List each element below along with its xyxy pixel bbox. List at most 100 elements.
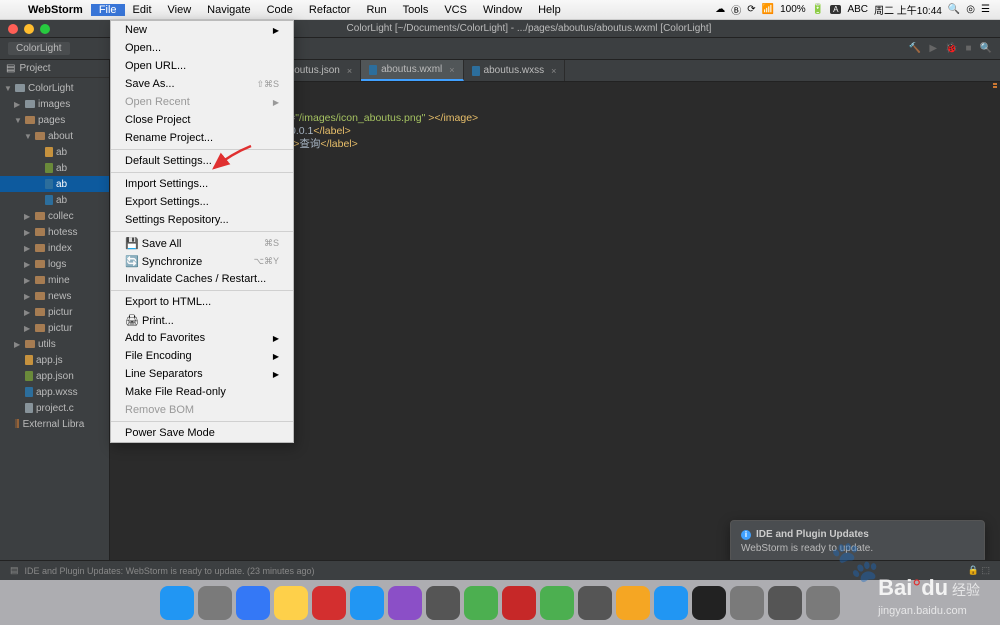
- dock-app-11[interactable]: [578, 586, 612, 620]
- maximize-icon[interactable]: [40, 24, 50, 34]
- dock-app-4[interactable]: [312, 586, 346, 620]
- tree-item[interactable]: ▶collec: [0, 208, 109, 224]
- menu-item-open-[interactable]: Open...: [111, 39, 293, 57]
- clock[interactable]: 周二 上午10:44: [874, 2, 942, 17]
- menu-item-export-to-html-[interactable]: Export to HTML...: [111, 293, 293, 311]
- menu-run[interactable]: Run: [358, 4, 394, 16]
- tree-item[interactable]: ab: [0, 192, 109, 208]
- menu-item-file-encoding[interactable]: File Encoding▶: [111, 347, 293, 365]
- tree-item[interactable]: External Libra: [0, 416, 109, 432]
- dock-app-9[interactable]: [502, 586, 536, 620]
- tree-item[interactable]: ab: [0, 176, 109, 192]
- dock-app-13[interactable]: [654, 586, 688, 620]
- menu-item-new[interactable]: New▶: [111, 21, 293, 39]
- search-icon[interactable]: 🔍: [980, 43, 992, 54]
- battery-icon[interactable]: 🔋: [812, 4, 824, 15]
- tree-item[interactable]: ab: [0, 160, 109, 176]
- breadcrumb[interactable]: ColorLight: [8, 42, 70, 55]
- close-icon[interactable]: [8, 24, 18, 34]
- menu-item-close-project[interactable]: Close Project: [111, 111, 293, 129]
- dock-app-12[interactable]: [616, 586, 650, 620]
- menu-edit[interactable]: Edit: [125, 4, 160, 16]
- wifi-icon[interactable]: 📶: [762, 4, 774, 15]
- debug-icon[interactable]: 🐞: [945, 43, 957, 54]
- tree-item[interactable]: ▶pictur: [0, 320, 109, 336]
- tree-item[interactable]: app.wxss: [0, 384, 109, 400]
- tree-item[interactable]: ▼pages: [0, 112, 109, 128]
- sync-icon[interactable]: ⟳: [747, 4, 755, 15]
- menu-item-default-settings-[interactable]: Default Settings...: [111, 152, 293, 170]
- menu-window[interactable]: Window: [475, 4, 530, 16]
- dock-app-16[interactable]: [768, 586, 802, 620]
- tree-item[interactable]: ▼ColorLight: [0, 80, 109, 96]
- dock-app-10[interactable]: [540, 586, 574, 620]
- menu-item-rename-project-[interactable]: Rename Project...: [111, 129, 293, 147]
- minimize-icon[interactable]: [24, 24, 34, 34]
- close-icon[interactable]: ×: [449, 65, 454, 75]
- input-source[interactable]: A: [830, 5, 841, 14]
- editor-tab[interactable]: aboutus.wxml×: [361, 60, 463, 81]
- menu-file[interactable]: File: [91, 4, 125, 16]
- siri-icon[interactable]: ◎: [966, 4, 975, 15]
- search-icon[interactable]: 🔍: [948, 4, 960, 15]
- menu-item-import-settings-[interactable]: Import Settings...: [111, 175, 293, 193]
- dock-app-3[interactable]: [274, 586, 308, 620]
- minimap[interactable]: [990, 82, 1000, 580]
- tree-item[interactable]: app.js: [0, 352, 109, 368]
- menu-item-invalidate-caches-restart-[interactable]: Invalidate Caches / Restart...: [111, 270, 293, 288]
- tree-item[interactable]: ▶news: [0, 288, 109, 304]
- dock-app-7[interactable]: [426, 586, 460, 620]
- tree-item[interactable]: ▶logs: [0, 256, 109, 272]
- dock-app-1[interactable]: [198, 586, 232, 620]
- editor-tab[interactable]: aboutus.wxss×: [464, 60, 566, 81]
- tree-item[interactable]: ▶utils: [0, 336, 109, 352]
- wechat-icon[interactable]: ☁: [715, 4, 725, 15]
- menu-item-add-to-favorites[interactable]: Add to Favorites▶: [111, 329, 293, 347]
- tree-item[interactable]: project.c: [0, 400, 109, 416]
- menu-item-print-[interactable]: 🖨 Print...: [111, 311, 293, 329]
- sidebar-header[interactable]: ▤ Project: [0, 60, 109, 78]
- menu-item-power-save-mode[interactable]: Power Save Mode: [111, 424, 293, 442]
- dock-app-14[interactable]: [692, 586, 726, 620]
- menu-item-synchronize[interactable]: 🔄 Synchronize⌥⌘Y: [111, 252, 293, 270]
- dock-app-8[interactable]: [464, 586, 498, 620]
- menu-help[interactable]: Help: [530, 4, 569, 16]
- menu-vcs[interactable]: VCS: [436, 4, 475, 16]
- tree-item[interactable]: ▶pictur: [0, 304, 109, 320]
- tree-item[interactable]: ▼about: [0, 128, 109, 144]
- menu-item-save-as-[interactable]: Save As...⇧⌘S: [111, 75, 293, 93]
- close-icon[interactable]: ×: [551, 66, 556, 76]
- menu-item-save-all[interactable]: 💾 Save All⌘S: [111, 234, 293, 252]
- dock-app-17[interactable]: [806, 586, 840, 620]
- menu-navigate[interactable]: Navigate: [199, 4, 258, 16]
- menu-item-export-settings-[interactable]: Export Settings...: [111, 193, 293, 211]
- menu-item-settings-repository-[interactable]: Settings Repository...: [111, 211, 293, 229]
- dock-app-5[interactable]: [350, 586, 384, 620]
- bluetooth-icon[interactable]: Ⓑ: [731, 2, 741, 17]
- close-icon[interactable]: ×: [347, 66, 352, 76]
- menu-item-make-file-read-only[interactable]: Make File Read-only: [111, 383, 293, 401]
- dock-app-6[interactable]: [388, 586, 422, 620]
- stop-icon[interactable]: ■: [966, 43, 972, 54]
- tree-item[interactable]: app.json: [0, 368, 109, 384]
- notifications-icon[interactable]: ☰: [981, 4, 990, 15]
- tree-item[interactable]: ab: [0, 144, 109, 160]
- run-icon[interactable]: ▶: [929, 43, 937, 54]
- folder-icon: [35, 324, 45, 332]
- tree-item[interactable]: ▶hotess: [0, 224, 109, 240]
- menu-item-remove-bom: Remove BOM: [111, 401, 293, 419]
- menu-code[interactable]: Code: [259, 4, 301, 16]
- dock-app-2[interactable]: [236, 586, 270, 620]
- dock-app-0[interactable]: [160, 586, 194, 620]
- app-name[interactable]: WebStorm: [20, 4, 91, 16]
- menu-refactor[interactable]: Refactor: [301, 4, 359, 16]
- dock-app-15[interactable]: [730, 586, 764, 620]
- menu-item-line-separators[interactable]: Line Separators▶: [111, 365, 293, 383]
- menu-item-open-url-[interactable]: Open URL...: [111, 57, 293, 75]
- menu-tools[interactable]: Tools: [395, 4, 437, 16]
- tree-item[interactable]: ▶index: [0, 240, 109, 256]
- build-icon[interactable]: 🔨: [909, 43, 921, 54]
- tree-item[interactable]: ▶images: [0, 96, 109, 112]
- tree-item[interactable]: ▶mine: [0, 272, 109, 288]
- menu-view[interactable]: View: [160, 4, 200, 16]
